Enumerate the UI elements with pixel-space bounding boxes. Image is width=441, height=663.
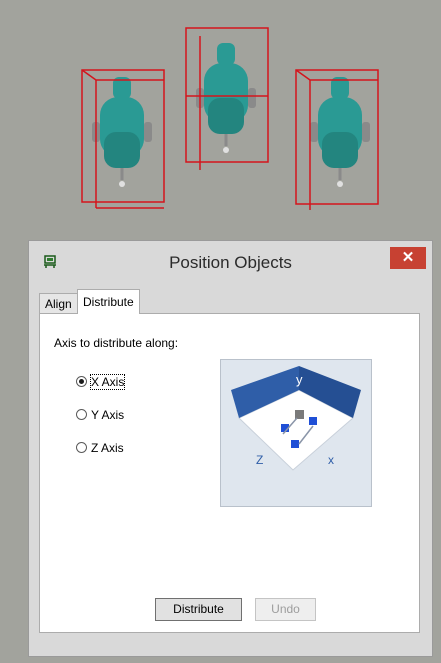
distribute-button[interactable]: Distribute	[155, 598, 242, 621]
preview-label-y: y	[296, 372, 303, 387]
chair-left[interactable]	[81, 69, 165, 209]
preview-box-1	[309, 417, 317, 425]
title-bar[interactable]: Position Objects ✕	[29, 241, 432, 283]
tab-distribute[interactable]: Distribute	[77, 289, 140, 314]
radio-label-x[interactable]: X Axis	[89, 374, 126, 390]
preview-label-z: Z	[256, 453, 263, 467]
radio-indicator-z[interactable]	[76, 442, 87, 453]
preview-box-3	[291, 440, 299, 448]
radio-indicator-y[interactable]	[76, 409, 87, 420]
radio-label-y[interactable]: Y Axis	[91, 408, 124, 422]
chair-right[interactable]	[295, 69, 379, 210]
dialog-title: Position Objects	[169, 253, 292, 272]
position-objects-dialog: Position Objects ✕ Align Distribute Axis…	[28, 240, 433, 657]
tab-align[interactable]: Align	[39, 293, 78, 313]
preview-label-x: x	[328, 453, 334, 467]
distribute-panel: Axis to distribute along: X Axis Y Axis …	[39, 313, 420, 633]
3d-viewport[interactable]	[0, 0, 441, 240]
radio-indicator-x[interactable]	[76, 376, 87, 387]
axis-preview-image: y Z x	[220, 359, 372, 507]
chair-middle[interactable]	[185, 27, 269, 170]
close-icon: ✕	[401, 249, 415, 266]
close-button[interactable]: ✕	[390, 247, 426, 269]
axis-heading: Axis to distribute along:	[54, 336, 179, 350]
radio-label-z[interactable]: Z Axis	[91, 441, 124, 455]
undo-button[interactable]: Undo	[255, 598, 316, 621]
